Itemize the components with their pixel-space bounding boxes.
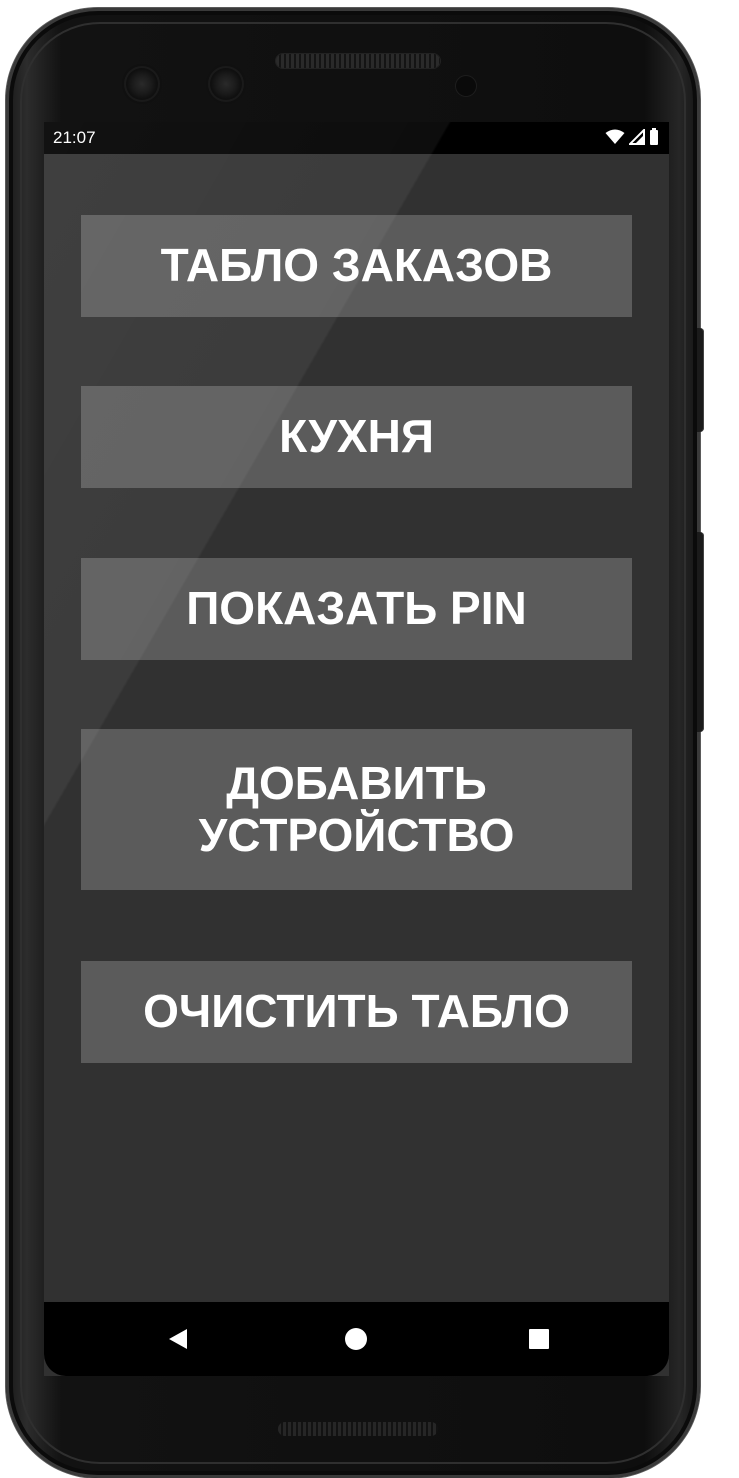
volume-button: [697, 532, 704, 732]
clear-board-button-label: ОЧИСТИТЬ ТАБЛО: [143, 985, 570, 1038]
proximity-sensor: [456, 76, 476, 96]
status-time: 21:07: [53, 128, 96, 147]
back-button[interactable]: [138, 1302, 218, 1376]
show-pin-button-label: ПОКАЗАТЬ PIN: [186, 582, 527, 635]
kitchen-button[interactable]: КУХНЯ: [81, 386, 632, 488]
battery-icon: [650, 128, 658, 145]
home-button[interactable]: [316, 1302, 396, 1376]
home-icon: [345, 1328, 367, 1350]
show-pin-button[interactable]: ПОКАЗАТЬ PIN: [81, 558, 632, 660]
order-board-button-label: ТАБЛО ЗАКАЗОВ: [160, 239, 553, 292]
recents-icon: [529, 1329, 549, 1349]
front-camera-icon: [208, 66, 244, 102]
clear-board-button[interactable]: ОЧИСТИТЬ ТАБЛО: [81, 961, 632, 1063]
wifi-icon: [605, 129, 625, 144]
screen: 21:07 ТАБЛО ЗАКАЗОВ КУХНЯ ПОКАЗАТЬ PIN Д…: [44, 122, 669, 1376]
power-button: [697, 328, 704, 432]
earpiece-speaker: [276, 54, 440, 68]
front-camera-icon: [124, 66, 160, 102]
main-menu: ТАБЛО ЗАКАЗОВ КУХНЯ ПОКАЗАТЬ PIN ДОБАВИТ…: [44, 154, 669, 1302]
add-device-button-label: ДОБАВИТЬ УСТРОЙСТВО: [198, 756, 515, 861]
order-board-button[interactable]: ТАБЛО ЗАКАЗОВ: [81, 215, 632, 317]
recents-button[interactable]: [499, 1302, 579, 1376]
status-icons: [605, 128, 659, 145]
bottom-speaker: [278, 1422, 438, 1436]
navigation-bar: [44, 1302, 669, 1376]
back-icon: [169, 1329, 187, 1349]
kitchen-button-label: КУХНЯ: [279, 410, 434, 463]
signal-icon: [629, 128, 645, 145]
add-device-button[interactable]: ДОБАВИТЬ УСТРОЙСТВО: [81, 729, 632, 890]
status-bar: 21:07: [44, 122, 669, 154]
